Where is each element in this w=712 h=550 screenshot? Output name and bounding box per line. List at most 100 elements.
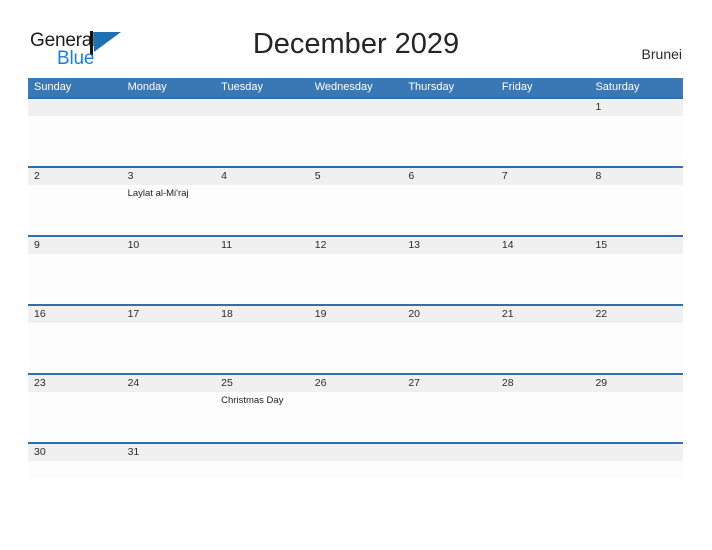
daynum-cell[interactable]: 29 [589, 375, 683, 392]
daynum-cell[interactable] [589, 444, 683, 461]
daynum-cell[interactable] [122, 99, 216, 116]
daynum-cell[interactable]: 11 [215, 237, 309, 254]
daynum-cell[interactable]: 30 [28, 444, 122, 461]
event-cell[interactable] [215, 254, 309, 304]
daynum-cell[interactable]: 5 [309, 168, 403, 185]
daynum-cell[interactable]: 22 [589, 306, 683, 323]
page-header: General Blue December 2029 Brunei [0, 0, 712, 76]
event-cell[interactable] [28, 185, 122, 235]
daynum-cell[interactable] [402, 444, 496, 461]
event-cell[interactable] [496, 116, 590, 166]
event-cell[interactable] [589, 254, 683, 304]
daynum-cell[interactable]: 28 [496, 375, 590, 392]
event-cell[interactable] [589, 116, 683, 166]
daynum-cell[interactable]: 18 [215, 306, 309, 323]
event-cell[interactable] [28, 254, 122, 304]
daynum-cell[interactable]: 17 [122, 306, 216, 323]
calendar-page: General Blue December 2029 Brunei Sunday… [0, 0, 712, 550]
daynum-cell[interactable] [215, 99, 309, 116]
daynum-cell[interactable]: 6 [402, 168, 496, 185]
daynum-cell[interactable]: 1 [589, 99, 683, 116]
event-cell[interactable] [589, 461, 683, 479]
event-cell[interactable] [122, 323, 216, 373]
event-cell[interactable] [28, 392, 122, 442]
event-cell[interactable] [215, 116, 309, 166]
event-cell[interactable] [402, 185, 496, 235]
daynum-cell[interactable]: 9 [28, 237, 122, 254]
calendar-grid: Sunday Monday Tuesday Wednesday Thursday… [28, 78, 683, 479]
event-cell[interactable] [402, 116, 496, 166]
daynum-cell[interactable] [309, 99, 403, 116]
daynum-cell[interactable]: 14 [496, 237, 590, 254]
daynum-cell[interactable]: 26 [309, 375, 403, 392]
event-cell[interactable] [122, 461, 216, 479]
daynum-cell[interactable]: 2 [28, 168, 122, 185]
daynum-cell[interactable] [28, 99, 122, 116]
event-cell[interactable] [309, 323, 403, 373]
country-label: Brunei [641, 46, 682, 62]
daynum-cell[interactable]: 8 [589, 168, 683, 185]
week-event-band [28, 461, 683, 479]
event-cell[interactable] [122, 392, 216, 442]
daynum-cell[interactable]: 15 [589, 237, 683, 254]
event-cell[interactable] [309, 254, 403, 304]
daynum-cell[interactable]: 13 [402, 237, 496, 254]
event-cell[interactable] [496, 185, 590, 235]
event-cell[interactable] [28, 323, 122, 373]
event-cell[interactable] [402, 323, 496, 373]
calendar-week-row: 9 10 11 12 13 14 15 [28, 235, 683, 304]
weekday-tuesday: Tuesday [221, 81, 263, 93]
event-cell[interactable] [122, 254, 216, 304]
event-cell[interactable] [496, 323, 590, 373]
calendar-week-row: 23 24 25 26 27 28 29 Christmas Day [28, 373, 683, 442]
event-cell[interactable] [309, 116, 403, 166]
week-daynumber-band: 1 [28, 99, 683, 116]
event-cell[interactable]: Christmas Day [215, 392, 309, 442]
daynum-cell[interactable]: 23 [28, 375, 122, 392]
daynum-cell[interactable]: 16 [28, 306, 122, 323]
event-cell[interactable] [402, 461, 496, 479]
event-cell[interactable] [496, 254, 590, 304]
event-cell[interactable] [402, 392, 496, 442]
event-cell[interactable] [122, 116, 216, 166]
daynum-cell[interactable] [496, 99, 590, 116]
daynum-cell[interactable]: 19 [309, 306, 403, 323]
daynum-cell[interactable]: 21 [496, 306, 590, 323]
week-event-band [28, 254, 683, 304]
daynum-cell[interactable]: 25 [215, 375, 309, 392]
daynum-cell[interactable] [496, 444, 590, 461]
event-cell[interactable] [589, 185, 683, 235]
event-cell[interactable] [309, 392, 403, 442]
event-cell[interactable] [589, 323, 683, 373]
daynum-cell[interactable]: 20 [402, 306, 496, 323]
daynum-cell[interactable]: 12 [309, 237, 403, 254]
week-daynumber-band: 16 17 18 19 20 21 22 [28, 306, 683, 323]
week-event-band: Christmas Day [28, 392, 683, 442]
daynum-cell[interactable]: 31 [122, 444, 216, 461]
event-cell[interactable] [402, 254, 496, 304]
event-cell[interactable] [28, 116, 122, 166]
daynum-cell[interactable]: 24 [122, 375, 216, 392]
event-cell[interactable] [215, 461, 309, 479]
week-daynumber-band: 23 24 25 26 27 28 29 [28, 375, 683, 392]
weekday-monday: Monday [127, 81, 167, 93]
event-cell[interactable] [309, 461, 403, 479]
event-cell[interactable] [496, 461, 590, 479]
week-daynumber-band: 2 3 4 5 6 7 8 [28, 168, 683, 185]
daynum-cell[interactable]: 10 [122, 237, 216, 254]
event-cell[interactable] [589, 392, 683, 442]
event-cell[interactable] [496, 392, 590, 442]
event-cell[interactable] [215, 185, 309, 235]
event-cell[interactable] [309, 185, 403, 235]
event-cell[interactable] [28, 461, 122, 479]
event-cell[interactable]: Laylat al-Mi'raj [122, 185, 216, 235]
daynum-cell[interactable]: 4 [215, 168, 309, 185]
event-cell[interactable] [215, 323, 309, 373]
daynum-cell[interactable] [309, 444, 403, 461]
daynum-cell[interactable]: 27 [402, 375, 496, 392]
daynum-cell[interactable] [402, 99, 496, 116]
daynum-cell[interactable] [215, 444, 309, 461]
daynum-cell[interactable]: 7 [496, 168, 590, 185]
daynum-cell[interactable]: 3 [122, 168, 216, 185]
calendar-week-row: 2 3 4 5 6 7 8 Laylat al-Mi'raj [28, 166, 683, 235]
